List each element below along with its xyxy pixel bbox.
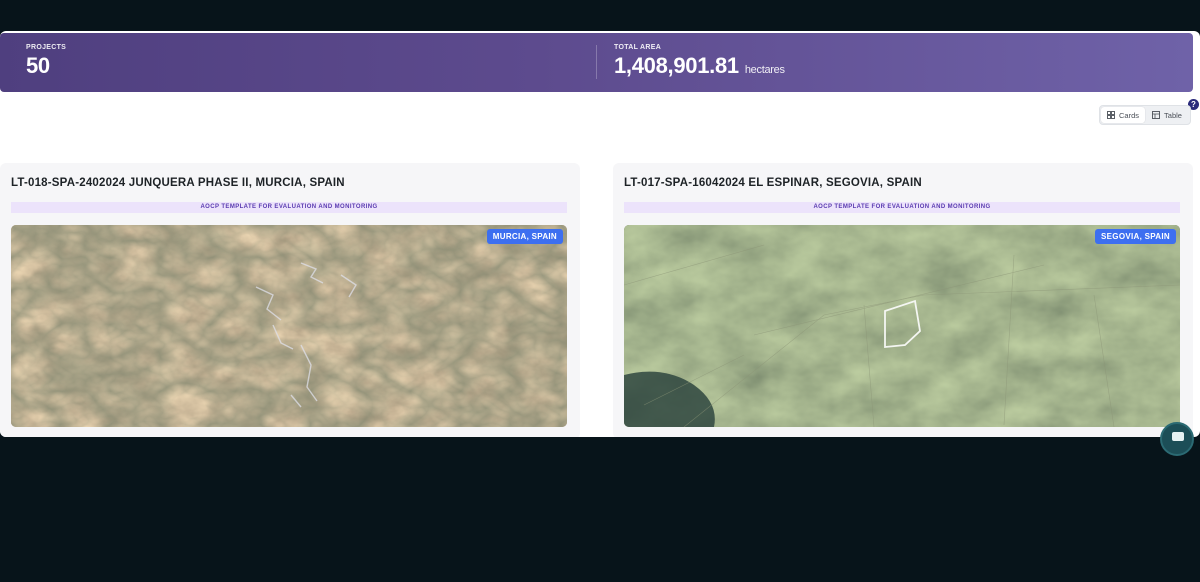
area-stat: TOTAL AREA 1,408,901.81 hectares [614,44,785,79]
table-icon [1152,111,1160,119]
area-label: TOTAL AREA [614,44,662,51]
area-value-row: 1,408,901.81 hectares [614,53,785,79]
project-card[interactable]: LT-018-SPA-2402024 JUNQUERA PHASE II, MU… [0,163,580,437]
satellite-image [624,225,1180,427]
cards-view-label: Cards [1118,110,1139,120]
projects-panel: PROJECTS 50 TOTAL AREA 1,408,901.81 hecta… [0,31,1200,437]
cards-view-button[interactable]: Cards [1101,107,1145,123]
project-title[interactable]: LT-017-SPA-16042024 EL ESPINAR, SEGOVIA,… [624,177,922,189]
location-badge: SEGOVIA, SPAIN [1095,229,1176,244]
location-badge: MURCIA, SPAIN [486,229,563,244]
project-map[interactable]: SEGOVIA, SPAIN [624,225,1180,427]
projects-stat: PROJECTS 50 [26,44,66,79]
satellite-image [11,225,567,427]
project-title[interactable]: LT-018-SPA-2402024 JUNQUERA PHASE II, MU… [11,177,345,189]
template-label: AOCP TEMPLATE FOR EVALUATION AND MONITOR… [624,202,1180,213]
grid-icon [1107,111,1115,119]
chat-widget-icon[interactable] [1160,422,1194,456]
stats-divider [596,45,597,79]
stats-bar: PROJECTS 50 TOTAL AREA 1,408,901.81 hecta… [0,33,1193,92]
template-label: AOCP TEMPLATE FOR EVALUATION AND MONITOR… [11,202,567,213]
area-unit: hectares [744,64,785,76]
projects-label: PROJECTS [26,44,67,51]
area-value: 1,408,901.81 [614,53,739,78]
projects-count: 50 [26,53,50,78]
view-toggle: Cards Table [1099,105,1191,125]
table-view-label: Table [1164,110,1182,120]
table-view-button[interactable]: Table [1145,107,1189,123]
project-map[interactable]: MURCIA, SPAIN [11,225,567,427]
project-card[interactable]: LT-017-SPA-16042024 EL ESPINAR, SEGOVIA,… [613,163,1193,437]
